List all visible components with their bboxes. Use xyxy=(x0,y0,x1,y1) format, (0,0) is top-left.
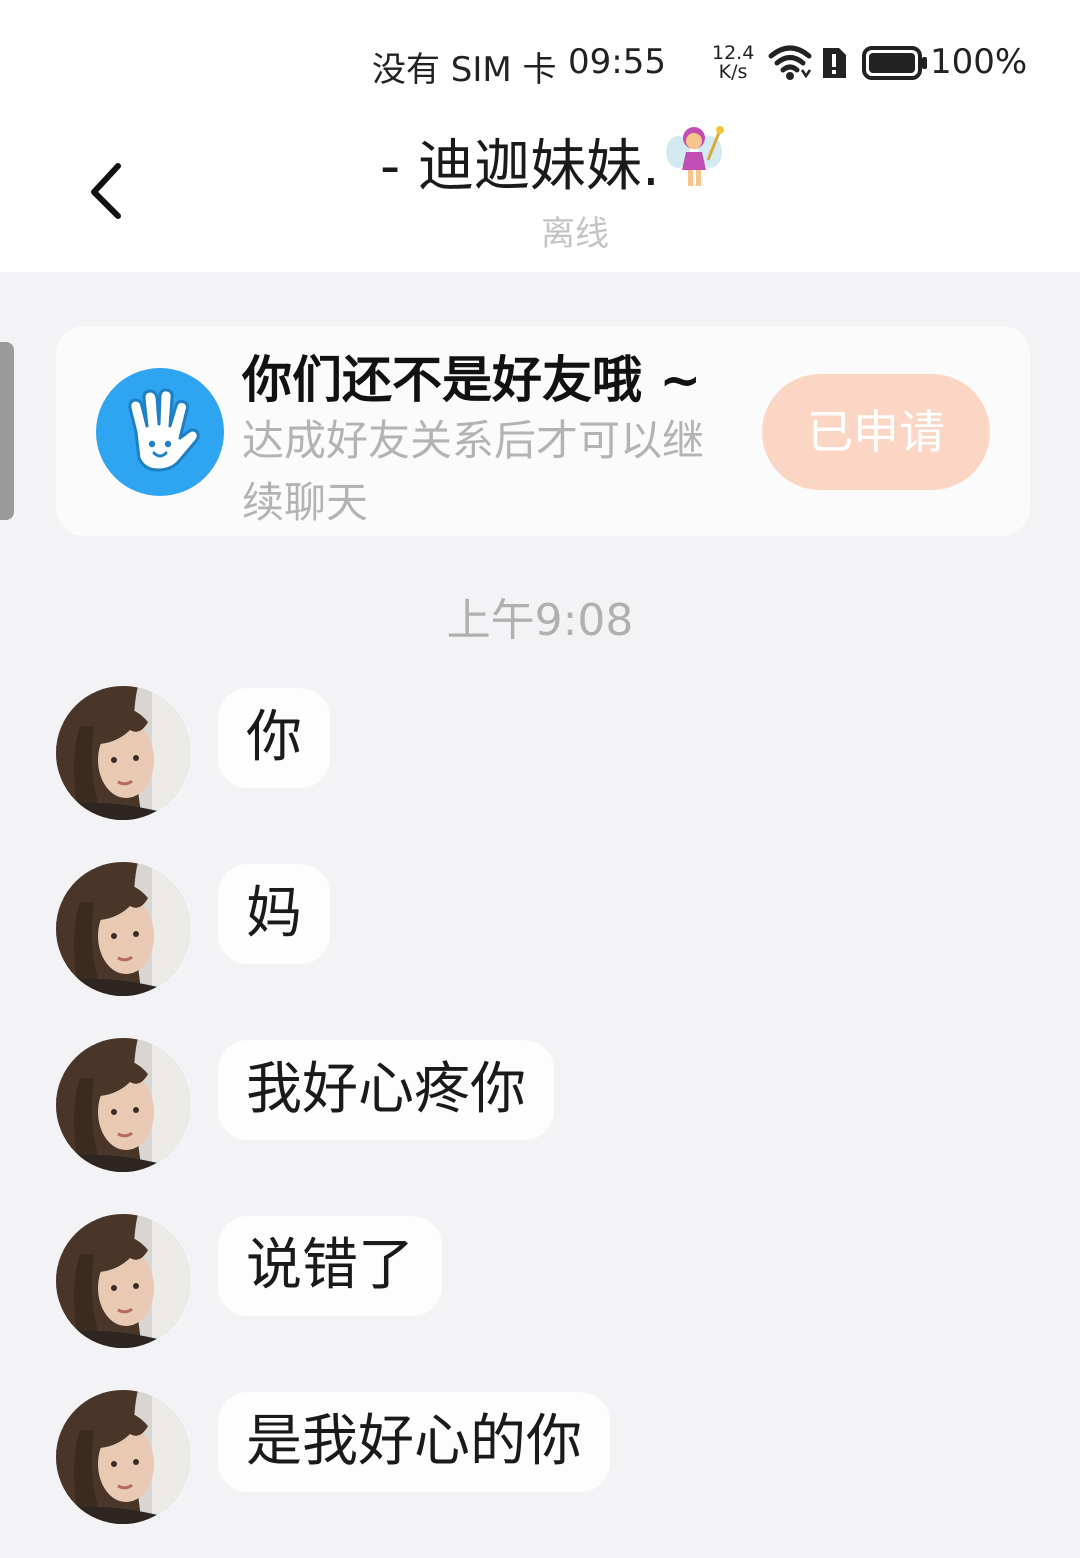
wifi-icon xyxy=(768,44,812,91)
message-bubble[interactable]: 我好心疼你 xyxy=(218,1040,554,1140)
message-row: 你 xyxy=(0,686,1080,826)
battery-percent: 100% xyxy=(930,42,1028,82)
network-speed: 12.4 K/s xyxy=(712,44,754,82)
waving-hand-icon xyxy=(96,368,224,496)
fairy-icon xyxy=(664,124,728,216)
message-bubble[interactable]: 是我好心的你 xyxy=(218,1392,610,1492)
chat-title[interactable]: - 迪迦妹妹. xyxy=(380,124,780,204)
message-bubble[interactable]: 妈 xyxy=(218,864,330,964)
sender-avatar[interactable] xyxy=(56,686,190,820)
sender-avatar[interactable] xyxy=(56,862,190,996)
not-friends-card: 你们还不是好友哦 ~ 达成好友关系后才可以继续聊天 已申请 xyxy=(56,326,1030,536)
sender-avatar[interactable] xyxy=(56,1038,190,1172)
applied-button[interactable]: 已申请 xyxy=(762,374,990,490)
contact-name: - 迪迦妹妹. xyxy=(380,134,660,200)
sim-alert-icon xyxy=(820,46,848,89)
clock: 09:55 xyxy=(568,42,666,82)
message-row: 我好心疼你 xyxy=(0,1038,1080,1178)
card-description: 达成好友关系后才可以继续聊天 xyxy=(242,416,705,527)
battery-icon xyxy=(862,46,928,89)
carrier-text: 没有 SIM 卡 xyxy=(372,50,557,90)
message-row: 妈 xyxy=(0,862,1080,1002)
online-status: 离线 xyxy=(541,214,609,254)
message-bubble[interactable]: 说错了 xyxy=(218,1216,442,1316)
message-row: 是我好心的你 xyxy=(0,1390,1080,1530)
sender-avatar[interactable] xyxy=(56,1214,190,1348)
card-title: 你们还不是好友哦 ~ xyxy=(242,351,702,409)
sender-avatar[interactable] xyxy=(56,1390,190,1524)
status-bar: 没有 SIM 卡 09:55 12.4 K/s 100% xyxy=(0,38,1080,90)
message-bubble[interactable]: 你 xyxy=(218,688,330,788)
message-timestamp: 上午9:08 xyxy=(446,595,634,646)
speed-unit: K/s xyxy=(718,61,748,83)
message-row: 说错了 xyxy=(0,1214,1080,1354)
side-drawer-handle[interactable] xyxy=(0,342,14,520)
